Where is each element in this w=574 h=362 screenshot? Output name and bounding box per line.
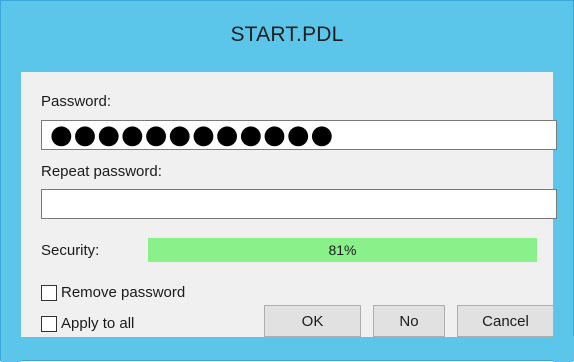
security-label: Security: — [41, 242, 100, 259]
password-label: Password: — [41, 93, 112, 110]
password-masked-value: ●●●●●●●●●●●● — [50, 120, 335, 150]
password-field[interactable]: ●●●●●●●●●●●● — [41, 120, 557, 150]
remove-password-option[interactable]: Remove password — [41, 284, 185, 301]
apply-to-all-checkbox[interactable] — [41, 315, 57, 332]
remove-password-label: Remove password — [61, 284, 186, 301]
ok-button[interactable]: OK — [264, 305, 361, 337]
window-title: START.PDL — [230, 22, 344, 46]
window-frame-bottom — [1, 336, 574, 360]
apply-to-all-label: Apply to all — [61, 315, 135, 332]
remove-password-checkbox[interactable] — [41, 284, 57, 301]
password-dialog: START.PDL Password: ●●●●●●●●●●●● Repeat … — [0, 0, 574, 362]
window-frame-left — [1, 72, 21, 362]
security-meter: 81% — [148, 238, 537, 262]
title-bar[interactable]: START.PDL — [1, 1, 573, 72]
cancel-button[interactable]: Cancel — [457, 305, 554, 337]
dialog-body: Password: ●●●●●●●●●●●● Repeat password: … — [21, 72, 557, 337]
repeat-password-field[interactable] — [41, 189, 557, 219]
apply-to-all-option[interactable]: Apply to all — [41, 315, 134, 332]
repeat-password-label: Repeat password: — [41, 163, 162, 180]
no-button[interactable]: No — [373, 305, 445, 337]
security-percent: 81% — [328, 242, 357, 258]
